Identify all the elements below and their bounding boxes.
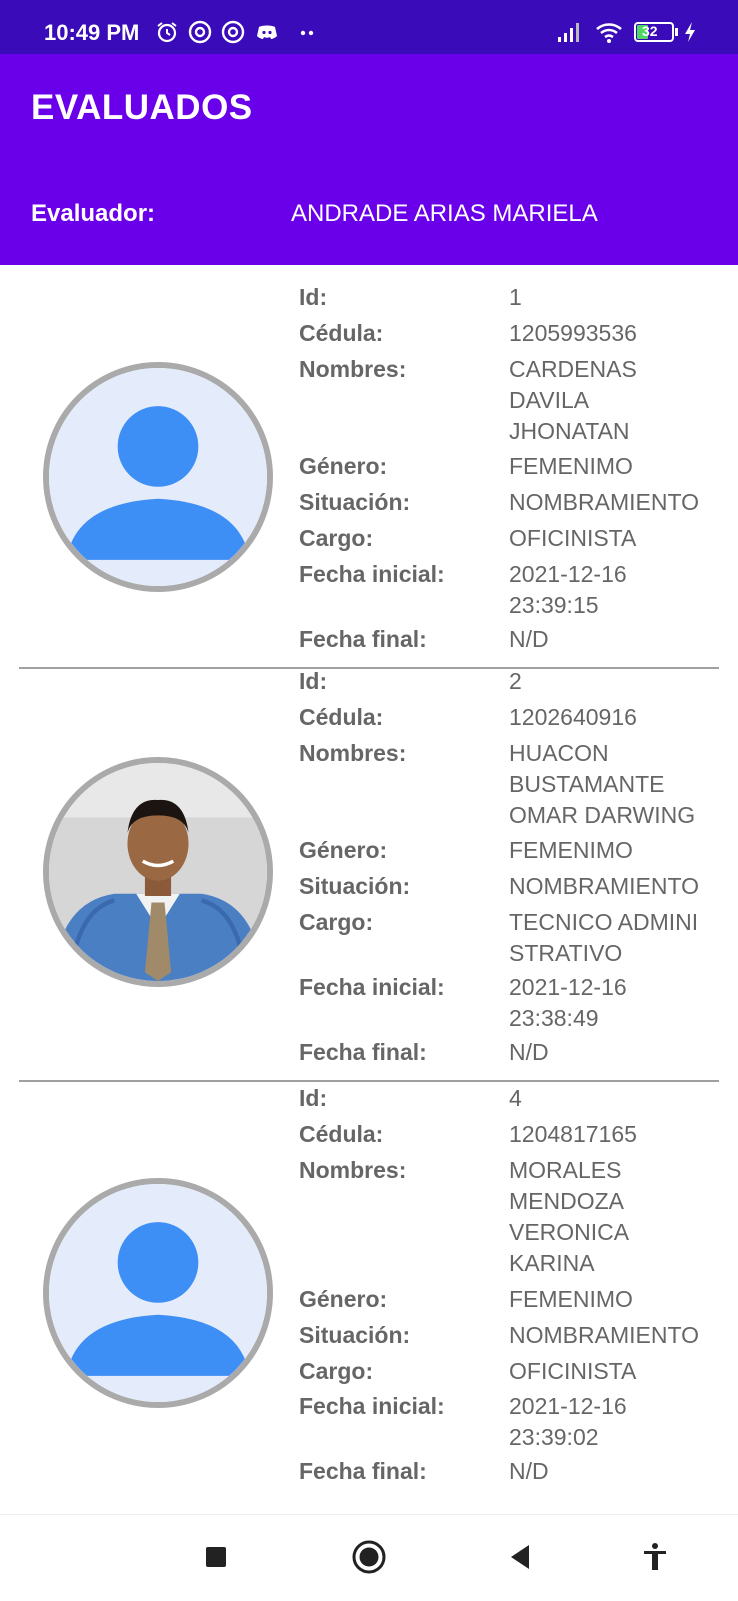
app-bar: EVALUADOS xyxy=(0,54,738,160)
field-value: N/D xyxy=(509,1039,549,1065)
field-label: Id: xyxy=(299,1085,328,1111)
alarm-icon xyxy=(157,22,177,43)
field-label: Nombres: xyxy=(299,740,407,766)
field-label: Cédula: xyxy=(299,1121,384,1147)
field-value: 1 xyxy=(509,284,522,310)
field-value: HUACON BUSTAMANTE OMAR DARWING xyxy=(509,740,696,828)
field-value: FEMENIMO xyxy=(509,1286,633,1312)
field-label: Fecha final: xyxy=(299,626,427,652)
evaluado-card[interactable]: Id: 4 Cédula: 1204817165 Nombres: MORALES M… xyxy=(0,1080,738,1490)
evaluado-card[interactable]: Id: 1 Cédula: 1205993536 Nombres: CARDENAS … xyxy=(0,265,738,670)
battery-level: 32 xyxy=(642,23,658,39)
navigation-bar xyxy=(0,1514,738,1601)
field-value: NOMBRAMIENTO xyxy=(509,873,699,899)
field-value: 2021-12-16 23:39:02 xyxy=(509,1393,627,1450)
evaluator-name: ANDRADE ARIAS MARIELA xyxy=(291,200,598,227)
back-icon[interactable] xyxy=(498,1535,542,1579)
field-label: Situación: xyxy=(299,1322,411,1348)
field-label: Cargo: xyxy=(299,525,374,551)
field-value: MORALES MENDOZA VERONICA KARINA xyxy=(509,1157,630,1276)
status-time: 10:49 PM xyxy=(44,20,140,45)
evaluado-card[interactable]: Id: 2 Cédula: 1202640916 Nombres: HUACON BU… xyxy=(0,668,738,1082)
recents-icon[interactable] xyxy=(194,1535,238,1579)
field-label: Cédula: xyxy=(299,704,384,730)
field-value: 1205993536 xyxy=(509,320,637,346)
field-label: Género: xyxy=(299,837,388,863)
field-label: Cargo: xyxy=(299,1358,374,1384)
signal-icon xyxy=(558,23,579,42)
evaluados-list[interactable]: Id: 1 Cédula: 1205993536 Nombres: CARDENAS … xyxy=(0,265,738,1490)
field-value: OFICINISTA xyxy=(509,1358,637,1384)
field-value: CARDENAS DAVILA JHONATAN xyxy=(509,356,637,444)
field-label: Fecha final: xyxy=(299,1458,427,1484)
field-value: TECNICO ADMINI STRATIVO xyxy=(509,909,699,966)
status-bar: 10:49 PM 32 xyxy=(0,0,738,54)
evaluator-bar: Evaluador: ANDRADE ARIAS MARIELA xyxy=(0,160,738,265)
field-label: Situación: xyxy=(299,489,411,515)
field-value: 2 xyxy=(509,668,522,694)
evaluator-label: Evaluador: xyxy=(31,200,156,227)
field-label: Cédula: xyxy=(299,320,384,346)
field-value: FEMENIMO xyxy=(509,453,633,479)
field-value: N/D xyxy=(509,1458,549,1484)
default-avatar-icon xyxy=(43,362,273,592)
profile-photo xyxy=(43,757,273,987)
charging-icon xyxy=(685,22,695,42)
field-label: Fecha inicial: xyxy=(299,561,445,587)
field-label: Fecha inicial: xyxy=(299,1393,445,1419)
field-value: N/D xyxy=(509,626,549,652)
field-value: OFICINISTA xyxy=(509,525,637,551)
battery-icon: 32 xyxy=(634,22,674,42)
field-value: 1202640916 xyxy=(509,704,637,730)
field-value: 4 xyxy=(509,1085,522,1111)
field-label: Id: xyxy=(299,284,328,310)
field-label: Nombres: xyxy=(299,356,407,382)
field-label: Género: xyxy=(299,453,388,479)
field-label: Situación: xyxy=(299,873,411,899)
field-label: Nombres: xyxy=(299,1157,407,1183)
field-label: Fecha final: xyxy=(299,1039,427,1065)
field-value: 1204817165 xyxy=(509,1121,637,1147)
field-value: FEMENIMO xyxy=(509,837,633,863)
field-value: 2021-12-16 23:38:49 xyxy=(509,974,627,1031)
field-label: Fecha inicial: xyxy=(299,974,445,1000)
home-icon[interactable] xyxy=(347,1535,391,1579)
field-value: NOMBRAMIENTO xyxy=(509,489,699,515)
discord-icon xyxy=(257,25,277,39)
app-notification-icon xyxy=(188,20,212,44)
field-value: NOMBRAMIENTO xyxy=(509,1322,699,1348)
accessibility-icon[interactable] xyxy=(633,1535,677,1579)
wifi-icon xyxy=(596,23,622,43)
page-title: EVALUADOS xyxy=(31,88,253,127)
app-notification-icon xyxy=(221,20,245,44)
field-label: Id: xyxy=(299,668,328,694)
field-label: Género: xyxy=(299,1286,388,1312)
field-label: Cargo: xyxy=(299,909,374,935)
field-value: 2021-12-16 23:39:15 xyxy=(509,561,627,618)
default-avatar-icon xyxy=(43,1178,273,1408)
more-icon xyxy=(300,30,314,36)
